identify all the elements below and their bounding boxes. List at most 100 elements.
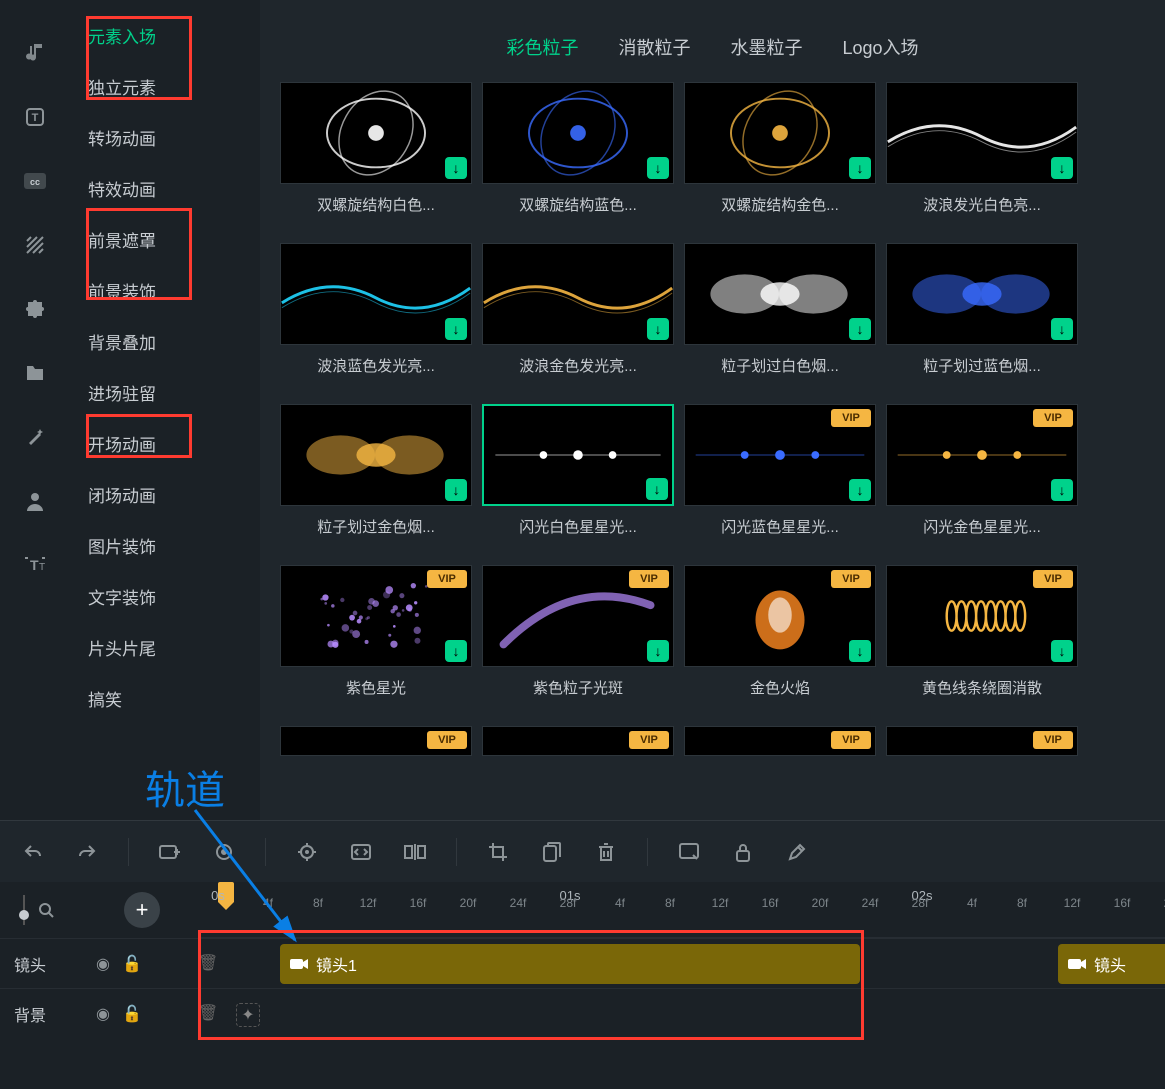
add-clip-button[interactable] bbox=[157, 839, 183, 865]
download-icon[interactable]: ↓ bbox=[1051, 640, 1073, 662]
asset-card[interactable]: VIP↓黄色线条绕圈消散 bbox=[886, 565, 1078, 712]
filter-tab[interactable]: 水墨粒子 bbox=[730, 34, 802, 60]
visibility-icon[interactable]: ◉ bbox=[96, 954, 110, 974]
asset-card[interactable]: ↓双螺旋结构金色... bbox=[684, 82, 876, 229]
person-icon[interactable] bbox=[22, 488, 48, 514]
asset-card[interactable]: ↓波浪金色发光亮... bbox=[482, 243, 674, 390]
category-item[interactable]: 前景遮罩 bbox=[70, 214, 260, 265]
clip-shot-1[interactable]: 镜头1 bbox=[280, 944, 860, 984]
zoom-control[interactable] bbox=[18, 895, 54, 925]
asset-card[interactable]: ↓双螺旋结构蓝色... bbox=[482, 82, 674, 229]
category-item[interactable]: 特效动画 bbox=[70, 163, 260, 214]
download-icon[interactable]: ↓ bbox=[647, 157, 669, 179]
undo-button[interactable] bbox=[20, 839, 46, 865]
download-icon[interactable]: ↓ bbox=[849, 479, 871, 501]
trash-icon[interactable]: 🗑 bbox=[198, 1003, 218, 1023]
asset-card[interactable]: VIP↓闪光金色星星光... bbox=[886, 404, 1078, 551]
category-item[interactable]: 开场动画 bbox=[70, 418, 260, 469]
asset-card[interactable]: VIP↓紫色星光 bbox=[280, 565, 472, 712]
category-item[interactable]: 搞笑 bbox=[70, 673, 260, 724]
wand-icon[interactable] bbox=[22, 424, 48, 450]
asset-card[interactable]: ↓波浪蓝色发光亮... bbox=[280, 243, 472, 390]
asset-card[interactable]: ↓闪光白色星星光... bbox=[482, 404, 674, 551]
download-icon[interactable]: ↓ bbox=[646, 478, 668, 500]
pattern-icon[interactable] bbox=[22, 232, 48, 258]
redo-button[interactable] bbox=[74, 839, 100, 865]
asset-card[interactable]: ↓波浪发光白色亮... bbox=[886, 82, 1078, 229]
filter-tab[interactable]: 消散粒子 bbox=[618, 34, 690, 60]
delete-button[interactable] bbox=[593, 839, 619, 865]
asset-thumbnail[interactable]: ↓ bbox=[684, 243, 876, 345]
asset-card[interactable]: ↓双螺旋结构白色... bbox=[280, 82, 472, 229]
time-ruler[interactable]: 0s01s02s4f8f12f16f20f24f28f4f8f12f16f20f… bbox=[200, 882, 1165, 938]
category-item[interactable]: 文字装饰 bbox=[70, 571, 260, 622]
lock-icon[interactable]: 🔓 bbox=[122, 954, 142, 974]
category-item[interactable]: 进场驻留 bbox=[70, 367, 260, 418]
asset-thumbnail[interactable]: ↓ bbox=[280, 404, 472, 506]
asset-card[interactable]: VIP↓金色火焰 bbox=[684, 565, 876, 712]
asset-thumbnail[interactable]: VIP↓ bbox=[886, 404, 1078, 506]
asset-thumbnail[interactable]: ↓ bbox=[482, 243, 674, 345]
category-item[interactable]: 转场动画 bbox=[70, 112, 260, 163]
asset-thumbnail[interactable]: ↓ bbox=[886, 243, 1078, 345]
asset-thumbnail[interactable]: VIP↓ bbox=[482, 565, 674, 667]
download-icon[interactable]: ↓ bbox=[445, 157, 467, 179]
asset-card[interactable]: ↓粒子划过白色烟... bbox=[684, 243, 876, 390]
category-item[interactable]: 闭场动画 bbox=[70, 469, 260, 520]
text-icon[interactable]: T bbox=[22, 104, 48, 130]
download-icon[interactable]: ↓ bbox=[647, 640, 669, 662]
trash-icon[interactable]: 🗑 bbox=[198, 953, 218, 973]
asset-thumbnail[interactable]: ↓ bbox=[482, 404, 674, 506]
category-item[interactable]: 图片装饰 bbox=[70, 520, 260, 571]
download-icon[interactable]: ↓ bbox=[849, 157, 871, 179]
typography-icon[interactable]: TT bbox=[22, 552, 48, 578]
puzzle-icon[interactable] bbox=[22, 296, 48, 322]
category-item[interactable]: 元素入场 bbox=[70, 10, 260, 61]
download-icon[interactable]: ↓ bbox=[1051, 157, 1073, 179]
asset-thumbnail[interactable]: ↓ bbox=[684, 82, 876, 184]
edit-button[interactable] bbox=[784, 839, 810, 865]
asset-thumbnail[interactable]: VIP↓ bbox=[280, 565, 472, 667]
folder-icon[interactable] bbox=[22, 360, 48, 386]
download-icon[interactable]: ↓ bbox=[849, 318, 871, 340]
crop-button[interactable] bbox=[485, 839, 511, 865]
asset-thumbnail[interactable]: ↓ bbox=[886, 82, 1078, 184]
lock-button[interactable] bbox=[730, 839, 756, 865]
target-button[interactable] bbox=[294, 839, 320, 865]
download-icon[interactable]: ↓ bbox=[849, 640, 871, 662]
category-item[interactable]: 独立元素 bbox=[70, 61, 260, 112]
asset-thumbnail[interactable]: ↓ bbox=[280, 82, 472, 184]
code-button[interactable] bbox=[348, 839, 374, 865]
mask-button[interactable] bbox=[676, 839, 702, 865]
download-icon[interactable]: ↓ bbox=[1051, 318, 1073, 340]
clip-shot-2[interactable]: 镜头 bbox=[1058, 944, 1165, 984]
download-icon[interactable]: ↓ bbox=[647, 318, 669, 340]
category-item[interactable]: 片头片尾 bbox=[70, 622, 260, 673]
asset-thumbnail[interactable]: VIP↓ bbox=[886, 565, 1078, 667]
asset-card[interactable]: VIP↓紫色粒子光斑 bbox=[482, 565, 674, 712]
asset-card[interactable]: ↓粒子划过金色烟... bbox=[280, 404, 472, 551]
add-clip-placeholder[interactable]: ✦ bbox=[236, 1003, 260, 1027]
lock-icon[interactable]: 🔓 bbox=[122, 1004, 142, 1024]
asset-thumbnail[interactable]: VIP↓ bbox=[684, 565, 876, 667]
filter-tab[interactable]: Logo入场 bbox=[842, 34, 918, 60]
asset-thumbnail[interactable]: ↓ bbox=[482, 82, 674, 184]
mirror-button[interactable] bbox=[402, 839, 428, 865]
visibility-icon[interactable]: ◉ bbox=[96, 1004, 110, 1024]
asset-thumbnail[interactable]: VIP↓ bbox=[684, 404, 876, 506]
category-item[interactable]: 前景装饰 bbox=[70, 265, 260, 316]
download-icon[interactable]: ↓ bbox=[445, 318, 467, 340]
filter-tab[interactable]: 彩色粒子 bbox=[506, 34, 578, 60]
copy-button[interactable] bbox=[539, 839, 565, 865]
download-icon[interactable]: ↓ bbox=[445, 479, 467, 501]
add-track-button[interactable]: + bbox=[124, 892, 160, 928]
download-icon[interactable]: ↓ bbox=[445, 640, 467, 662]
asset-thumbnail[interactable]: ↓ bbox=[280, 243, 472, 345]
keyframe-button[interactable] bbox=[211, 839, 237, 865]
asset-card[interactable]: VIP↓闪光蓝色星星光... bbox=[684, 404, 876, 551]
asset-card[interactable]: ↓粒子划过蓝色烟... bbox=[886, 243, 1078, 390]
category-item[interactable]: 背景叠加 bbox=[70, 316, 260, 367]
cc-icon[interactable]: cc bbox=[22, 168, 48, 194]
music-icon[interactable] bbox=[22, 40, 48, 66]
download-icon[interactable]: ↓ bbox=[1051, 479, 1073, 501]
